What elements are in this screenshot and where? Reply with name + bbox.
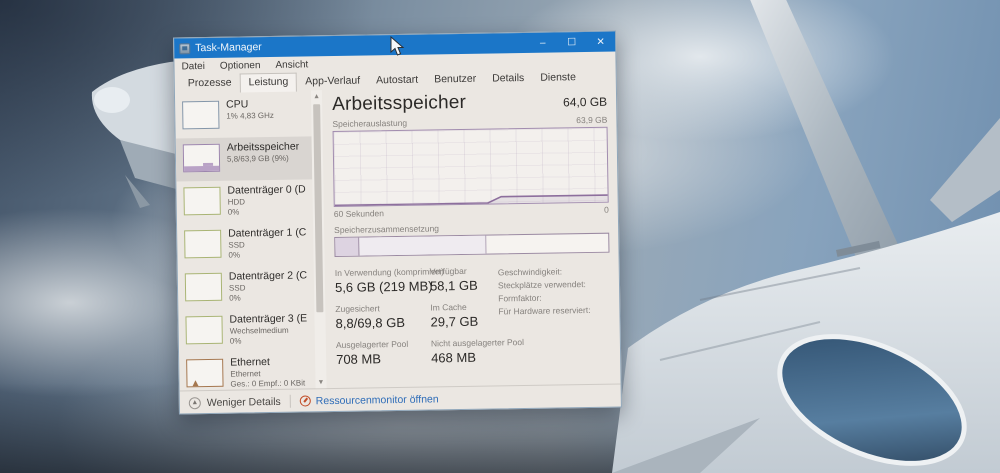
maximize-icon[interactable]: ☐ [557, 32, 586, 52]
stat-nicht-ausgelagerter-pool: Nicht ausgelagerter Pool 468 MB [430, 337, 525, 366]
weniger-details-button[interactable]: ▲ Weniger Details [188, 395, 281, 409]
graph-x-label: 60 Sekunden [333, 208, 385, 219]
page-title: Arbeitsspeicher [331, 91, 467, 116]
sidebar-item-datentraeger-0[interactable]: Datenträger 0 (D HDD 0% [176, 179, 313, 224]
close-icon[interactable]: ✕ [586, 32, 615, 52]
scroll-down-icon[interactable]: ▼ [317, 376, 324, 388]
composition-standby-segment [359, 235, 487, 256]
footer-divider [289, 394, 291, 408]
sidebar-item-arbeitsspeicher[interactable]: Arbeitsspeicher 5,8/63,9 GB (9%) [175, 136, 313, 182]
task-manager-app-icon [179, 42, 191, 54]
disk0-graph-thumbnail [183, 186, 221, 216]
sidebar-item-cpu[interactable]: CPU 1% 4,83 GHz [175, 93, 312, 138]
resource-monitor-icon [299, 395, 311, 407]
hardware-info: Geschwindigkeit: Steckplätze verwendet: … [498, 265, 604, 319]
ethernet-thumb-spike [192, 380, 199, 387]
memory-panel: Arbeitsspeicher 64,0 GB Speicherauslastu… [322, 86, 621, 389]
chevron-up-icon: ▲ [188, 396, 201, 409]
sidebar-item-datentraeger-2[interactable]: Datenträger 2 (C SSD 0% [178, 265, 315, 310]
graph-right-label: 0 [604, 204, 609, 215]
memory-stats: In Verwendung (komprimiert) 5,6 GB (219 … [335, 264, 612, 367]
tab-leistung[interactable]: Leistung [239, 72, 298, 93]
wallpaper-jet-right [612, 0, 1000, 473]
window-title: Task-Manager [195, 41, 262, 55]
usage-graph-label: Speicherauslastung [332, 117, 408, 130]
memory-usage-graph[interactable] [332, 126, 609, 207]
tab-details[interactable]: Details [484, 70, 532, 88]
usage-graph-max: 63,9 GB [576, 114, 608, 126]
tab-benutzer[interactable]: Benutzer [426, 71, 484, 89]
ethernet-graph-thumbnail [186, 358, 224, 388]
scroll-up-icon[interactable]: ▲ [313, 90, 320, 102]
memory-thumb-fill [184, 165, 220, 172]
mouse-cursor-icon [390, 36, 405, 56]
tab-prozesse[interactable]: Prozesse [180, 74, 240, 92]
stat-zugesichert: Zugesichert 8,8/69,8 GB [335, 303, 406, 331]
performance-sidebar: CPU 1% 4,83 GHz Arbeitsspeicher 5,8/63,9… [175, 90, 316, 390]
cpu-graph-thumbnail [182, 100, 220, 130]
sidebar-item-datentraeger-1[interactable]: Datenträger 1 (C SSD 0% [177, 222, 314, 267]
menu-optionen[interactable]: Optionen [220, 60, 261, 72]
disk1-graph-thumbnail [184, 229, 222, 259]
disk3-graph-thumbnail [185, 315, 223, 345]
hw-hardware-reserviert: Für Hardware reserviert: [498, 304, 591, 317]
tab-autostart[interactable]: Autostart [368, 72, 426, 90]
stat-in-verwendung: In Verwendung (komprimiert) 5,6 GB (219 … [334, 266, 444, 295]
memory-usage-line-chart [334, 128, 608, 206]
sidebar-item-ethernet[interactable]: Ethernet Ethernet Ges.: 0 Empf.: 0 KBit [179, 351, 316, 390]
composition-in-use-segment [335, 237, 360, 256]
task-manager-window: Task-Manager – ☐ ✕ Datei Optionen Ansich… [173, 30, 622, 415]
disk2-graph-thumbnail [184, 272, 223, 302]
memory-total: 64,0 GB [562, 94, 608, 110]
memory-composition-bar[interactable] [334, 232, 610, 257]
sidebar-item-datentraeger-3[interactable]: Datenträger 3 (E Wechselmedium 0% [178, 308, 315, 353]
tab-app-verlauf[interactable]: App-Verlauf [297, 72, 368, 90]
tab-dienste[interactable]: Dienste [532, 69, 584, 87]
stat-ausgelagerter-pool: Ausgelagerter Pool 708 MB [335, 338, 409, 367]
ressourcenmonitor-link[interactable]: Ressourcenmonitor öffnen [299, 393, 439, 407]
minimize-icon[interactable]: – [528, 32, 557, 52]
memory-graph-thumbnail [182, 143, 221, 173]
menu-ansicht[interactable]: Ansicht [275, 59, 308, 71]
menu-datei[interactable]: Datei [181, 61, 205, 72]
